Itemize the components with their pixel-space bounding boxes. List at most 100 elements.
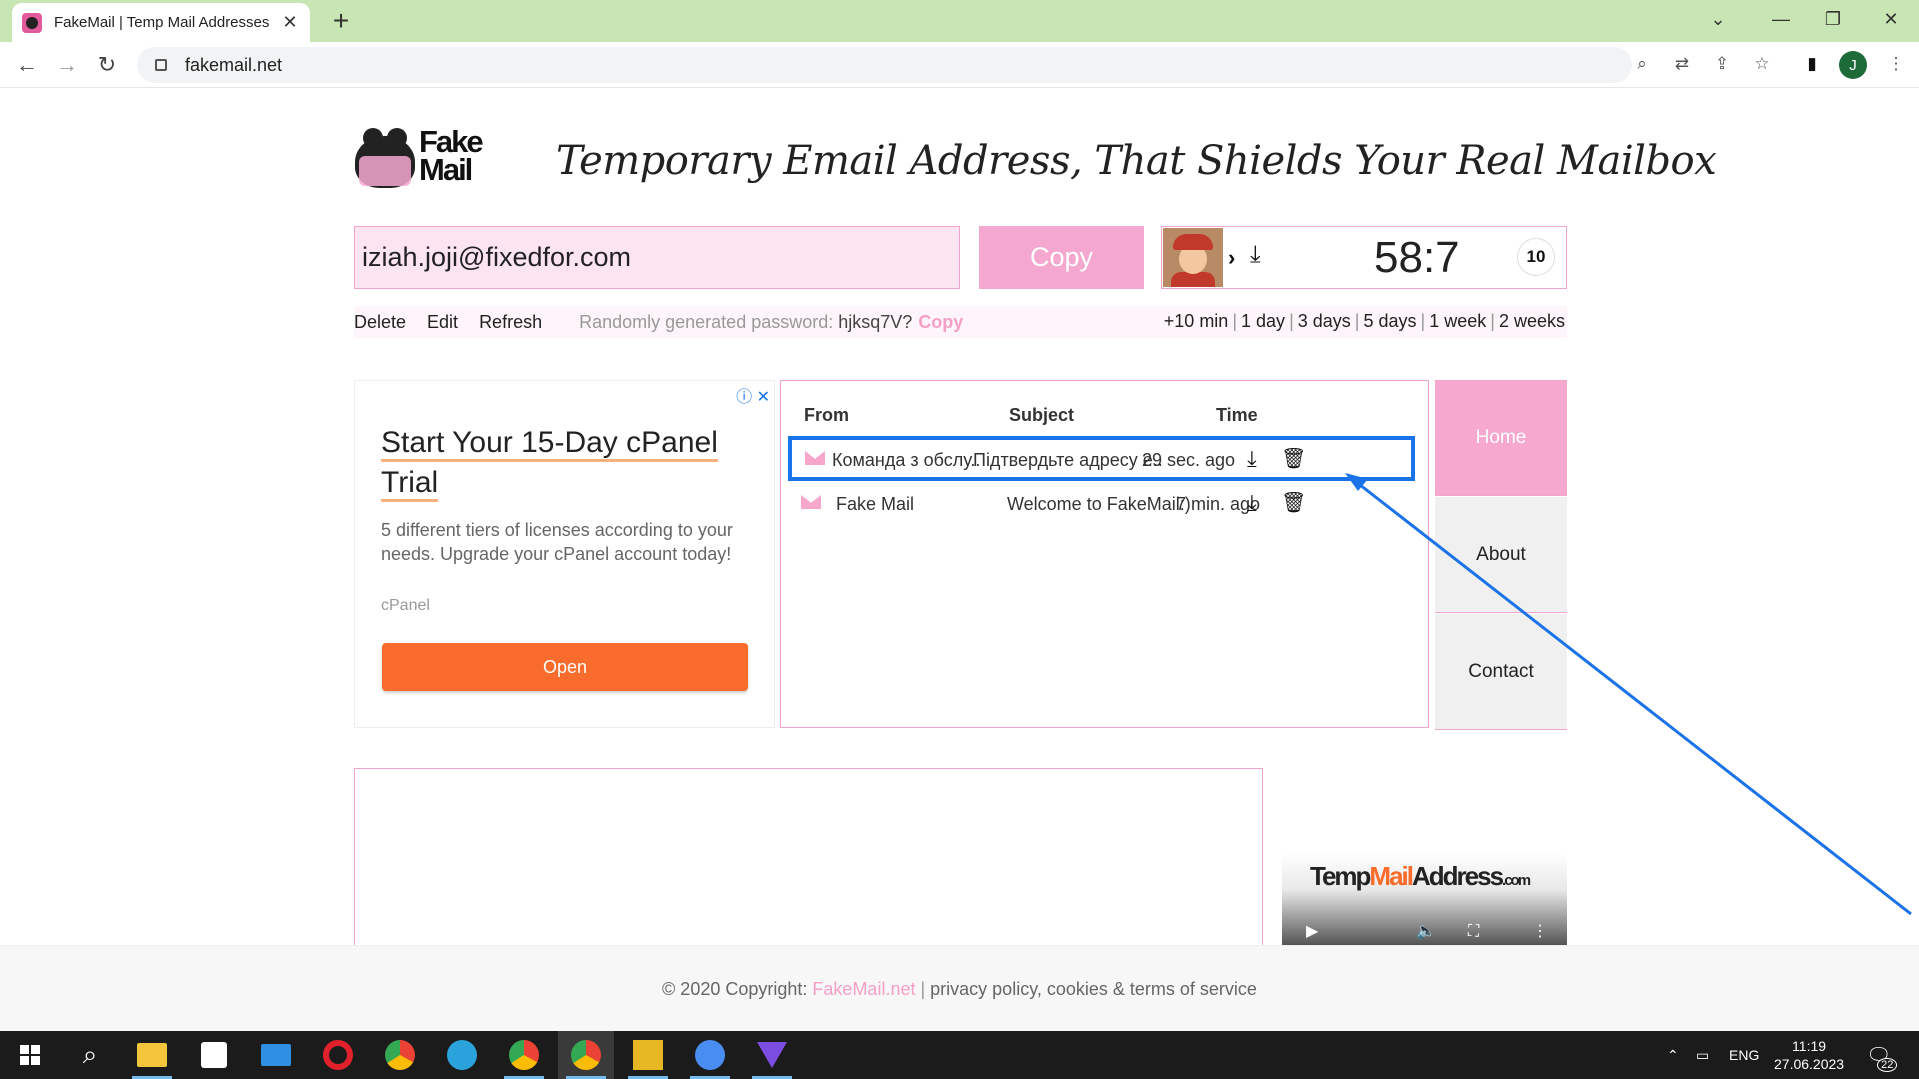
sidebar-ad: ⓘ ✕ Start Your 15-Day cPanel Trial 5 dif… bbox=[354, 380, 775, 728]
edit-link[interactable]: Edit bbox=[427, 312, 458, 333]
extend-5-days[interactable]: 5 days bbox=[1363, 311, 1416, 331]
minimize-button[interactable]: — bbox=[1753, 0, 1809, 38]
copy-password-link[interactable]: Copy bbox=[918, 312, 963, 333]
video-logo-part-2: Mail bbox=[1369, 861, 1414, 891]
row-time: 29 sec. ago bbox=[1142, 450, 1236, 470]
video-more-icon[interactable]: ⋮ bbox=[1532, 921, 1548, 941]
logo-wordmark: Fake Mail bbox=[419, 126, 484, 185]
tab-search-chevron-icon[interactable]: ⌄ bbox=[1690, 0, 1746, 38]
lock-icon[interactable] bbox=[155, 59, 167, 71]
email-address: iziah.joji@fixedfor.com bbox=[362, 242, 632, 272]
extend-2-weeks[interactable]: 2 weeks bbox=[1499, 311, 1565, 331]
share-icon[interactable]: ⇪ bbox=[1708, 50, 1736, 78]
trash-icon[interactable]: 🗑 bbox=[1281, 446, 1306, 471]
fakemail-link[interactable]: FakeMail.net bbox=[812, 979, 915, 1000]
table-row[interactable]: Fake Mail Welcome to FakeMail:) 7 min. a… bbox=[788, 484, 1415, 529]
avatar-shirt bbox=[1171, 272, 1215, 287]
nav-item-about[interactable]: About bbox=[1435, 497, 1567, 613]
column-header-from: From bbox=[804, 405, 849, 425]
column-header-subject: Subject bbox=[1009, 405, 1075, 425]
row-from: Команда з обслу... bbox=[832, 450, 982, 470]
zoom-icon[interactable]: ⌕ bbox=[1628, 50, 1656, 78]
tool-app-icon[interactable] bbox=[620, 1031, 676, 1079]
banner-ad-placeholder bbox=[354, 768, 1263, 945]
temp-email-field[interactable]: iziah.joji@fixedfor.com bbox=[354, 226, 960, 289]
mail-icon[interactable] bbox=[248, 1031, 304, 1079]
generated-password: hjksq7V? bbox=[838, 311, 913, 332]
play-icon[interactable]: ▶ bbox=[1306, 921, 1318, 941]
chrome-active-icon[interactable] bbox=[558, 1031, 614, 1079]
chrome-profile-icon[interactable] bbox=[496, 1031, 552, 1079]
logo-pink-accent bbox=[359, 156, 411, 186]
browser-tab[interactable]: FakeMail | Temp Mail Addresses ✕ bbox=[12, 3, 310, 42]
chrome-icon[interactable] bbox=[372, 1031, 428, 1079]
chrome-2-icon[interactable] bbox=[682, 1031, 738, 1079]
address-bar[interactable]: fakemail.net bbox=[137, 47, 1632, 83]
nav-item-home[interactable]: Home bbox=[1435, 380, 1567, 496]
nav-item-contact[interactable]: Contact bbox=[1435, 614, 1567, 730]
telegram-icon[interactable] bbox=[434, 1031, 490, 1079]
inbox-table: From Subject Time Команда з обслу... Під… bbox=[780, 380, 1429, 728]
download-icon[interactable]: ⤓ bbox=[1247, 446, 1257, 472]
refresh-link[interactable]: Refresh bbox=[479, 312, 542, 333]
new-tab-button[interactable]: + bbox=[326, 6, 356, 36]
fakemail-logo[interactable]: Fake Mail bbox=[355, 126, 487, 190]
extend-1-day[interactable]: 1 day bbox=[1241, 311, 1285, 331]
avatar-hair bbox=[1173, 234, 1213, 250]
file-explorer-icon[interactable] bbox=[124, 1031, 180, 1079]
kebab-menu-icon[interactable]: ⋮ bbox=[1882, 50, 1910, 78]
translate-icon[interactable]: ⇄ bbox=[1668, 50, 1696, 78]
forward-button[interactable]: → bbox=[52, 50, 82, 80]
expiry-timer: 58:7 bbox=[1374, 233, 1460, 282]
row-from: Fake Mail bbox=[836, 494, 915, 514]
ad-title[interactable]: Start Your 15-Day cPanel Trial bbox=[381, 423, 761, 503]
tray-overflow-icon[interactable]: ⌃ bbox=[1667, 1031, 1679, 1079]
side-panel-icon[interactable]: ▮ bbox=[1798, 50, 1826, 78]
copy-email-button[interactable]: Copy bbox=[979, 226, 1144, 289]
chevron-right-icon[interactable]: › bbox=[1228, 245, 1235, 271]
page-tagline: Temporary Email Address, That Shields Yo… bbox=[556, 138, 1717, 184]
tempmailaddress-logo: TempMailAddress.com bbox=[1310, 861, 1531, 892]
notifications-icon[interactable]: 🗨 22 bbox=[1866, 1031, 1898, 1079]
video-ad-player[interactable]: TempMailAddress.com ▶ 🔈 ⛶ ⋮ bbox=[1282, 853, 1567, 945]
row-subject: Підтвердьте адресу е... bbox=[973, 450, 1163, 470]
clock[interactable]: 11:19 27.06.2023 bbox=[1774, 1031, 1844, 1079]
download-icon[interactable]: ⤓ bbox=[1247, 490, 1257, 516]
fakemail-favicon-icon bbox=[22, 12, 42, 33]
maximize-button[interactable]: ❐ bbox=[1805, 0, 1861, 38]
store-icon[interactable] bbox=[186, 1031, 242, 1079]
user-avatar[interactable] bbox=[1163, 228, 1223, 287]
column-header-time: Time bbox=[1216, 405, 1258, 425]
password-label: Randomly generated password: bbox=[579, 311, 834, 332]
extend-time-links: +10 min | 1 day | 3 days | 5 days | 1 week | 2 wee… bbox=[1163, 311, 1565, 331]
volume-icon[interactable]: 🔈 bbox=[1416, 921, 1436, 941]
policy-link[interactable]: privacy policy, cookies & terms of servi… bbox=[930, 979, 1257, 1000]
extend-1-week[interactable]: 1 week bbox=[1429, 311, 1486, 331]
windows-start-icon[interactable] bbox=[2, 1031, 58, 1079]
clock-date: 27.06.2023 bbox=[1774, 1056, 1845, 1072]
ad-choices-icon[interactable]: ⓘ ✕ bbox=[736, 383, 770, 407]
close-window-button[interactable]: ✕ bbox=[1863, 0, 1919, 38]
ad-title-text[interactable]: Start Your 15-Day cPanel Trial bbox=[381, 426, 718, 502]
fullscreen-icon[interactable]: ⛶ bbox=[1468, 923, 1479, 941]
table-row[interactable]: Команда з обслу... Підтвердьте адресу е.… bbox=[788, 436, 1415, 481]
extend-10-min[interactable]: +10 min bbox=[1164, 311, 1229, 331]
reload-button[interactable]: ↻ bbox=[92, 50, 122, 80]
profile-avatar[interactable]: J bbox=[1839, 51, 1867, 79]
opera-icon[interactable] bbox=[310, 1031, 366, 1079]
vpn-app-icon[interactable] bbox=[744, 1031, 800, 1079]
delete-link[interactable]: Delete bbox=[354, 312, 406, 333]
copyright-text: © 2020 Copyright: bbox=[662, 979, 808, 999]
bookmark-star-icon[interactable]: ☆ bbox=[1748, 50, 1776, 78]
download-icon[interactable]: ⤓ bbox=[1250, 241, 1261, 269]
battery-icon[interactable]: ▭ bbox=[1696, 1031, 1709, 1079]
ad-open-button[interactable]: Open bbox=[382, 643, 748, 691]
back-button[interactable]: ← bbox=[12, 50, 42, 80]
clock-time: 11:19 bbox=[1792, 1038, 1827, 1054]
trash-icon[interactable]: 🗑 bbox=[1281, 490, 1306, 515]
language-indicator[interactable]: ENG bbox=[1729, 1031, 1759, 1079]
extend-3-days[interactable]: 3 days bbox=[1298, 311, 1351, 331]
envelope-icon bbox=[801, 495, 821, 509]
search-icon[interactable]: ⌕ bbox=[62, 1031, 118, 1079]
close-tab-icon[interactable]: ✕ bbox=[280, 12, 300, 33]
